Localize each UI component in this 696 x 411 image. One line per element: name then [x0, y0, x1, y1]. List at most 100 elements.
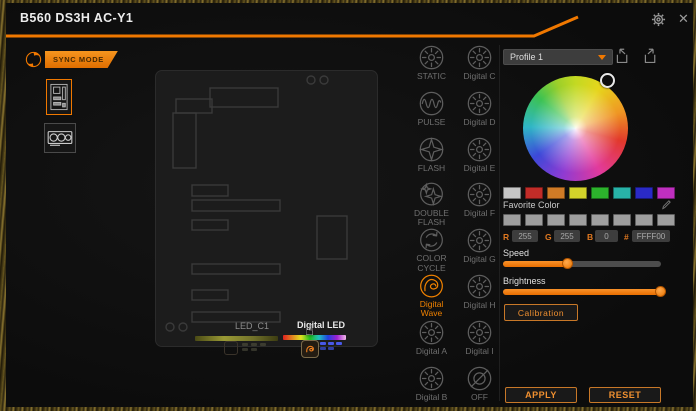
led-c1-dash — [251, 343, 257, 346]
digital-led-dash — [320, 347, 326, 350]
led-c1-dash — [242, 348, 248, 351]
export-profile-icon[interactable] — [642, 48, 659, 65]
effect-digital-i[interactable]: Digital I — [456, 319, 503, 365]
sync-icon — [25, 51, 42, 68]
gear-icon[interactable] — [651, 12, 666, 27]
g-value-field[interactable]: 255 — [554, 230, 580, 242]
motherboard-icon — [50, 83, 68, 111]
sun-icon — [467, 137, 492, 161]
led-c1-preview-bar[interactable] — [195, 336, 278, 341]
speed-slider-knob[interactable] — [561, 258, 573, 269]
profile-select[interactable]: Profile 1 — [503, 49, 613, 65]
close-icon[interactable]: ✕ — [678, 12, 689, 26]
wave-chip-icon — [305, 345, 314, 352]
favorite-color-swatch[interactable] — [547, 214, 565, 226]
desktop-background: B560 DS3H AC-Y1 ✕ SYNC MODE LED_C1 Digit… — [0, 0, 696, 411]
effect-digital-g[interactable]: Digital G — [456, 227, 503, 273]
effect-digital-a[interactable]: Digital A — [408, 319, 455, 365]
brightness-slider[interactable] — [503, 286, 666, 297]
preset-color-swatch[interactable] — [525, 187, 543, 199]
sun-icon — [467, 228, 492, 253]
digital-led-dash — [328, 347, 334, 350]
r-value-field[interactable]: 255 — [512, 230, 538, 242]
flash-icon — [419, 136, 444, 162]
app-window: B560 DS3H AC-Y1 ✕ SYNC MODE LED_C1 Digit… — [6, 3, 693, 407]
favorite-color-swatch[interactable] — [657, 214, 675, 226]
color-wheel[interactable] — [523, 73, 628, 181]
device-thumb-graphics-card[interactable] — [44, 123, 76, 153]
effects-grid: STATIC Digital C PULSE Digital D FLASH Digita… — [408, 44, 503, 410]
device-thumb-motherboard[interactable] — [46, 79, 72, 115]
led-c1-dash — [251, 348, 257, 351]
b-value-field[interactable]: 0 — [595, 230, 618, 242]
effect-digital-d[interactable]: Digital D — [456, 90, 503, 136]
sun-icon — [467, 45, 492, 70]
double-flash-icon — [420, 183, 443, 207]
effect-digital-f[interactable]: Digital F — [456, 181, 503, 227]
speed-slider-fill — [503, 261, 568, 267]
sun-icon — [467, 274, 492, 299]
preset-color-swatch[interactable] — [569, 187, 587, 199]
favorite-color-swatch[interactable] — [613, 214, 631, 226]
digital-led-dash — [336, 342, 342, 345]
favorite-color-swatch[interactable] — [525, 214, 543, 226]
profile-select-value: Profile 1 — [510, 52, 544, 62]
effect-label: Digital C — [463, 71, 496, 81]
digital-wave-icon — [420, 274, 443, 298]
effect-pulse[interactable]: PULSE — [408, 90, 455, 136]
effect-off[interactable]: OFF — [456, 365, 503, 411]
effect-label: OFF — [471, 391, 488, 402]
preset-color-swatch[interactable] — [503, 187, 521, 199]
preset-color-swatch[interactable] — [613, 187, 631, 199]
reset-button[interactable]: RESET — [589, 387, 661, 403]
effect-digital-b[interactable]: Digital B — [408, 365, 455, 411]
sun-icon — [467, 183, 492, 207]
color-cycle-icon — [420, 228, 443, 252]
apply-button[interactable]: APPLY — [505, 387, 577, 403]
preset-color-swatch[interactable] — [547, 187, 565, 199]
preset-color-swatch[interactable] — [635, 187, 653, 199]
brightness-slider-knob[interactable] — [655, 286, 666, 297]
effect-static[interactable]: STATIC — [408, 44, 455, 90]
speed-label: Speed — [503, 248, 530, 258]
color-wheel-selector[interactable] — [600, 73, 615, 88]
preset-color-swatch[interactable] — [657, 187, 675, 199]
effect-label: Digital G — [463, 254, 496, 265]
favorite-color-swatch[interactable] — [569, 214, 587, 226]
effect-color-cycle[interactable]: COLOR CYCLE — [408, 227, 455, 273]
led-c1-zone-label[interactable]: LED_C1 — [235, 321, 269, 331]
favorite-color-swatch[interactable] — [635, 214, 653, 226]
effect-label: Digital F — [463, 208, 496, 219]
sun-icon — [419, 320, 444, 345]
preset-color-swatch[interactable] — [591, 187, 609, 199]
effect-digital-h[interactable]: Digital H — [456, 273, 503, 319]
import-profile-icon[interactable] — [614, 48, 631, 65]
calibration-button[interactable]: Calibration — [504, 304, 578, 321]
effect-double-flash[interactable]: DOUBLE FLASH — [408, 181, 455, 227]
hex-label: # — [624, 232, 629, 242]
favorite-color-swatch[interactable] — [503, 214, 521, 226]
favorite-color-swatch[interactable] — [591, 214, 609, 226]
sun-icon — [419, 45, 444, 70]
led-c1-effect-chip — [224, 341, 238, 355]
effect-digital-c[interactable]: Digital C — [456, 44, 503, 90]
digital-led-effect-chip[interactable] — [301, 340, 319, 358]
effect-digital-e[interactable]: Digital E — [456, 136, 503, 182]
hex-value-field[interactable]: FFFF00 — [632, 230, 670, 242]
sync-mode-button[interactable]: SYNC MODE — [24, 50, 118, 69]
header-accent-swoosh — [6, 15, 579, 38]
led-c1-dash — [260, 343, 266, 346]
edit-pencil-icon[interactable] — [661, 199, 672, 210]
effect-flash[interactable]: FLASH — [408, 136, 455, 182]
preset-color-row — [503, 187, 675, 199]
speed-slider[interactable] — [503, 258, 661, 269]
effect-label: COLOR CYCLE — [416, 253, 447, 273]
sun-icon — [467, 91, 492, 116]
b-label: B — [587, 232, 594, 242]
off-icon — [467, 366, 492, 390]
effect-digital-wave[interactable]: Digital Wave — [408, 273, 455, 319]
brightness-slider-fill — [503, 289, 661, 295]
sync-mode-label: SYNC MODE — [45, 51, 118, 68]
led-c1-dash — [242, 343, 248, 346]
favorite-color-label: Favorite Color — [503, 200, 560, 210]
